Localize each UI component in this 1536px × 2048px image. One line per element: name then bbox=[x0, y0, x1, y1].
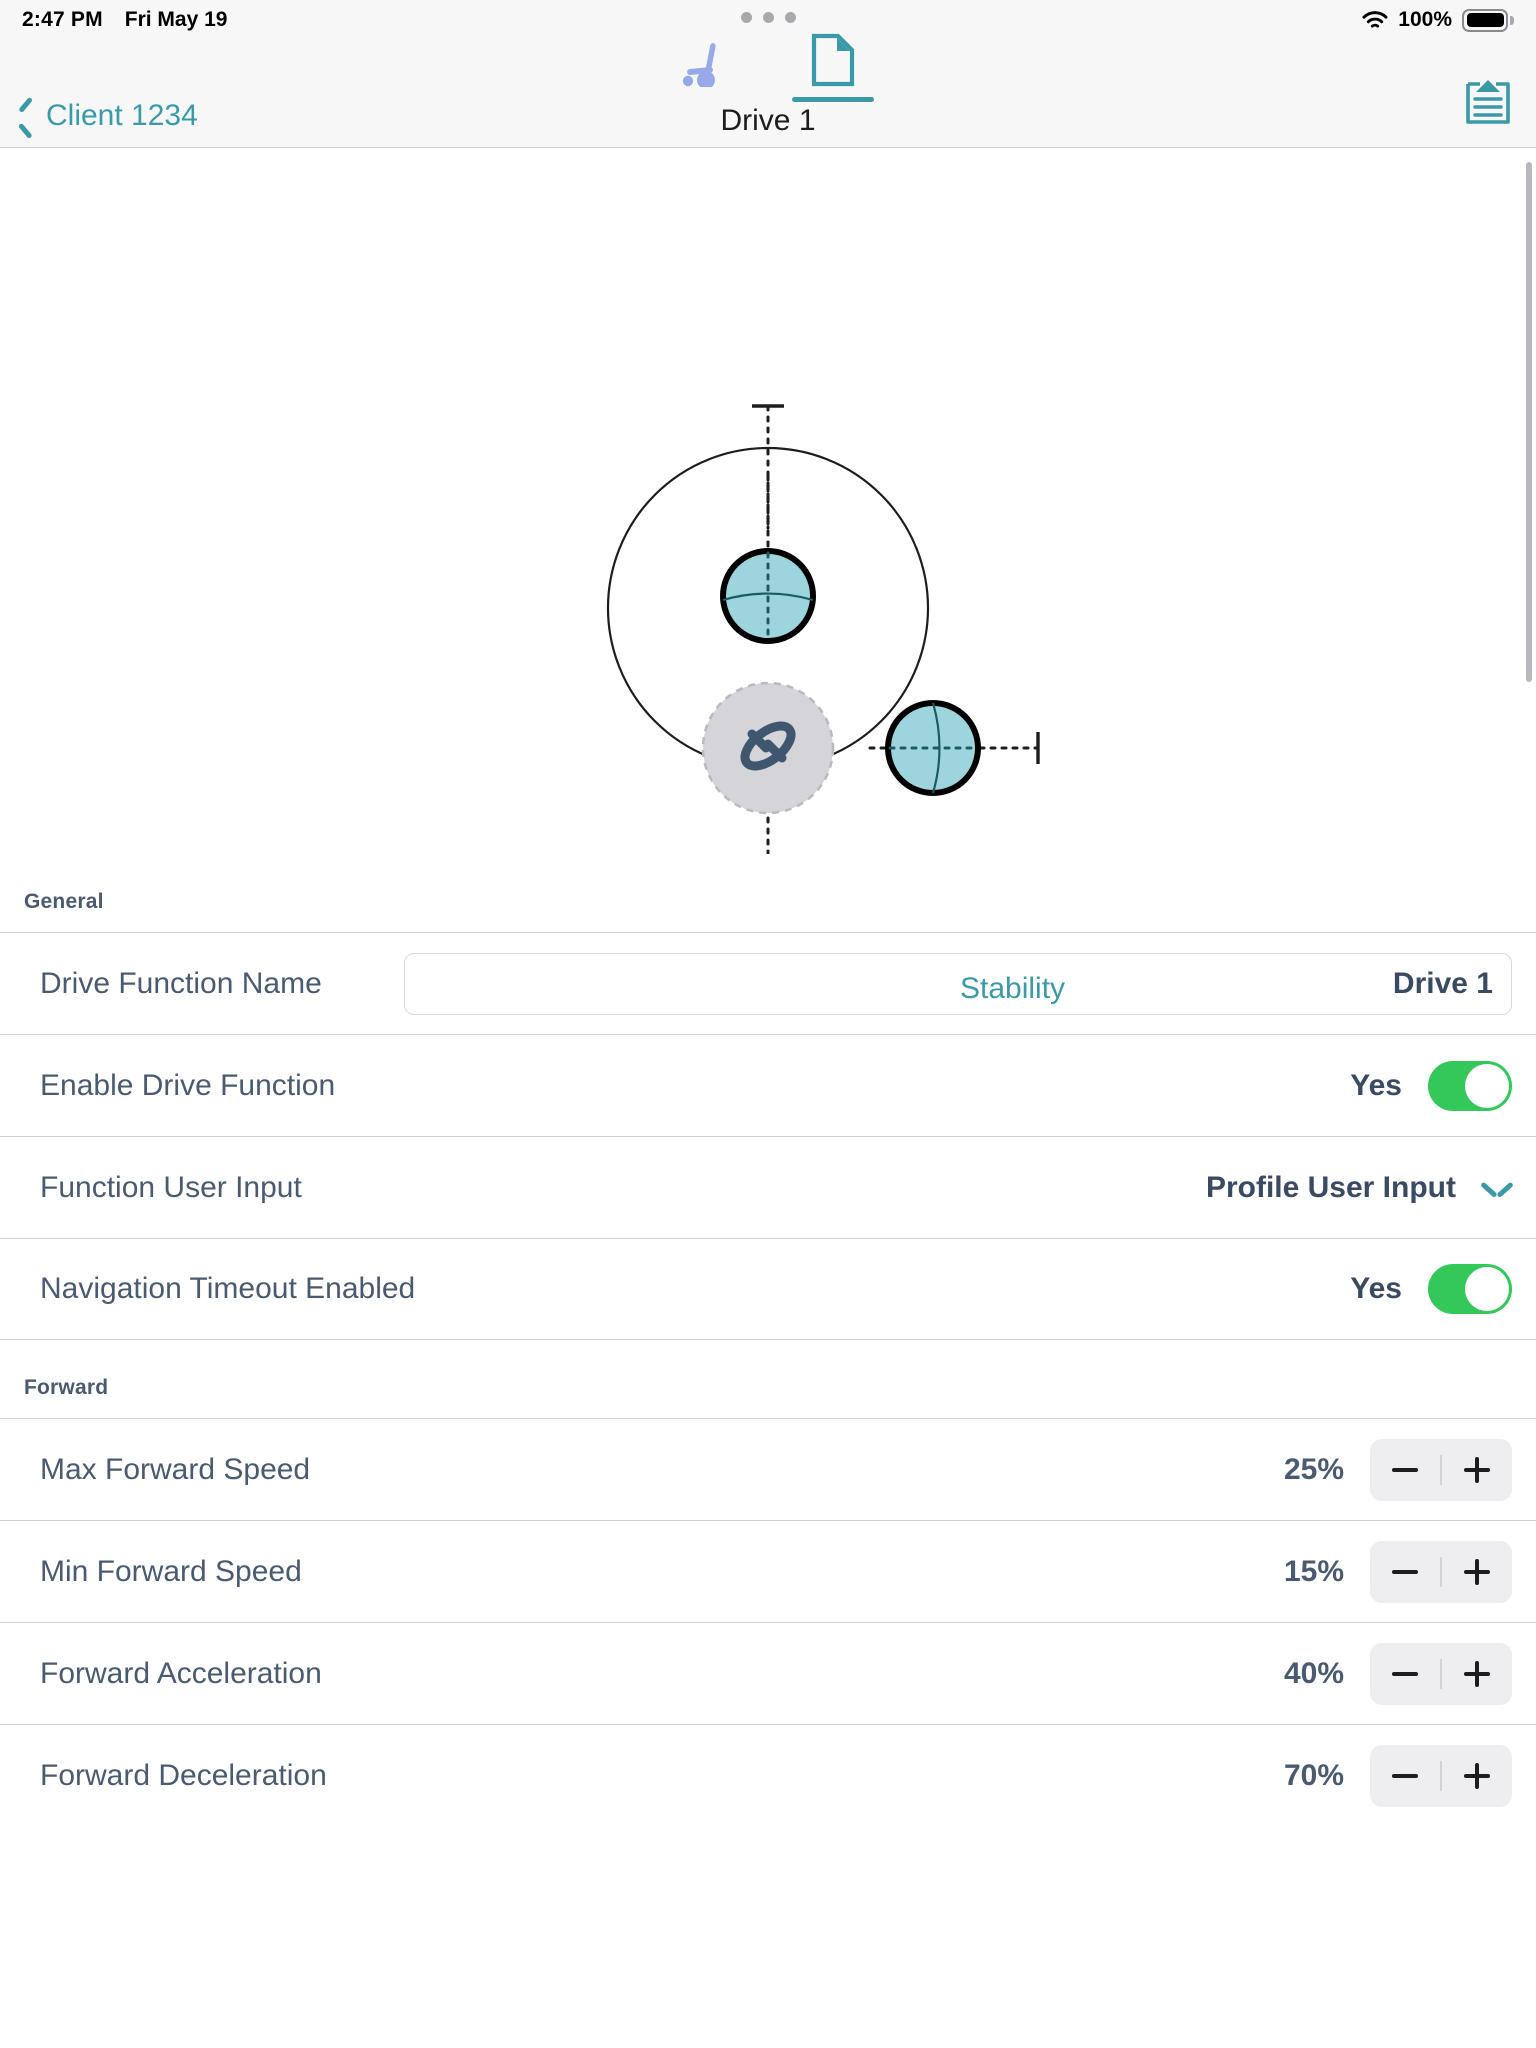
row-label: Navigation Timeout Enabled bbox=[40, 1272, 416, 1305]
battery-body bbox=[1462, 8, 1508, 32]
status-bar: 2:47 PM Fri May 19 100% bbox=[0, 0, 1536, 40]
dot bbox=[762, 12, 774, 23]
row-label: Forward Deceleration bbox=[40, 1758, 327, 1792]
stability-diagram-svg bbox=[606, 404, 1040, 1018]
row-forward-acceleration[interactable]: Forward Acceleration 40% bbox=[0, 1622, 1536, 1724]
stepper-increment[interactable] bbox=[1442, 1745, 1512, 1807]
row-forward-deceleration[interactable]: Forward Deceleration 70% bbox=[0, 1724, 1536, 1826]
forward-deceleration-value: 70% bbox=[1283, 1758, 1344, 1792]
row-label: Min Forward Speed bbox=[40, 1554, 302, 1588]
three-dots-icon[interactable] bbox=[0, 12, 1536, 23]
row-max-forward-speed[interactable]: Max Forward Speed 25% bbox=[0, 1418, 1536, 1520]
drive-function-name-input[interactable]: Drive 1 bbox=[404, 952, 1512, 1015]
minus-icon bbox=[1392, 1671, 1419, 1676]
section-header-forward: Forward bbox=[24, 1376, 109, 1399]
battery-percent: 100% bbox=[1398, 8, 1452, 31]
min-forward-speed-value: 15% bbox=[1283, 1554, 1344, 1588]
drive-function-name-value: Drive 1 bbox=[1392, 966, 1493, 1000]
clipboard-list-button[interactable] bbox=[1462, 74, 1514, 135]
stepper-decrement[interactable] bbox=[1370, 1643, 1440, 1705]
row-function-user-input[interactable]: Function User Input Profile User Input bbox=[0, 1136, 1536, 1238]
forward-acceleration-stepper[interactable] bbox=[1370, 1642, 1512, 1705]
page-title: Drive 1 bbox=[720, 104, 816, 137]
row-min-forward-speed[interactable]: Min Forward Speed 15% bbox=[0, 1520, 1536, 1622]
wheelchair-icon bbox=[680, 39, 726, 92]
row-label: Enable Drive Function bbox=[40, 1068, 336, 1102]
stepper-decrement[interactable] bbox=[1370, 1439, 1440, 1501]
forward-deceleration-stepper[interactable] bbox=[1370, 1744, 1512, 1807]
row-drive-function-name[interactable]: Drive Function Name Drive 1 bbox=[0, 932, 1536, 1034]
plus-icon bbox=[1463, 1660, 1490, 1687]
tab-wheelchair[interactable] bbox=[662, 42, 744, 102]
toggle-value-label: Yes bbox=[1350, 1068, 1402, 1102]
stability-label: Stability bbox=[960, 972, 1066, 1005]
section-header-general: General bbox=[24, 890, 104, 913]
status-bar-right: 100% bbox=[1362, 8, 1514, 32]
min-forward-speed-stepper[interactable] bbox=[1370, 1540, 1512, 1603]
tab-underline bbox=[662, 97, 744, 102]
minus-icon bbox=[1392, 1773, 1419, 1778]
battery-tip bbox=[1510, 15, 1514, 25]
stepper-decrement[interactable] bbox=[1370, 1745, 1440, 1807]
row-navigation-timeout-enabled[interactable]: Navigation Timeout Enabled Yes bbox=[0, 1238, 1536, 1340]
battery-fill bbox=[1466, 13, 1504, 27]
stability-diagram[interactable]: Stability bbox=[0, 148, 1536, 1018]
stepper-increment[interactable] bbox=[1442, 1439, 1512, 1501]
dot bbox=[740, 12, 752, 23]
function-user-input-value: Profile User Input bbox=[1205, 1170, 1456, 1204]
dot bbox=[784, 12, 796, 23]
nav-center: Drive 1 bbox=[0, 33, 1536, 148]
max-forward-speed-value: 25% bbox=[1283, 1452, 1344, 1486]
row-label: Forward Acceleration bbox=[40, 1656, 322, 1690]
status-bar-left: 2:47 PM Fri May 19 bbox=[22, 8, 227, 32]
chevron-down-icon[interactable] bbox=[1482, 1179, 1512, 1197]
navigation-bar: Client 1234 Drive 1 bbox=[0, 33, 1536, 148]
row-enable-drive-function[interactable]: Enable Drive Function Yes bbox=[0, 1034, 1536, 1136]
stepper-decrement[interactable] bbox=[1370, 1541, 1440, 1603]
plus-icon bbox=[1463, 1456, 1490, 1483]
toggle-knob bbox=[1465, 1267, 1509, 1311]
plus-icon bbox=[1463, 1558, 1490, 1585]
forward-acceleration-value: 40% bbox=[1283, 1656, 1344, 1690]
wifi-icon bbox=[1362, 10, 1388, 30]
enable-drive-function-toggle[interactable] bbox=[1428, 1060, 1512, 1111]
status-time: 2:47 PM bbox=[22, 8, 103, 31]
minus-icon bbox=[1392, 1467, 1419, 1472]
status-date: Fri May 19 bbox=[124, 8, 228, 31]
content-scroll-area[interactable]: Stability General Drive Function Name Dr… bbox=[0, 148, 1536, 2048]
clipboard-list-icon bbox=[1462, 80, 1514, 134]
row-label: Max Forward Speed bbox=[40, 1452, 311, 1486]
tab-document[interactable] bbox=[792, 33, 874, 102]
stepper-increment[interactable] bbox=[1442, 1541, 1512, 1603]
navigation-timeout-toggle[interactable] bbox=[1428, 1264, 1512, 1314]
toggle-value-label: Yes bbox=[1350, 1272, 1402, 1305]
row-label: Function User Input bbox=[40, 1170, 302, 1204]
center-hub bbox=[701, 681, 835, 815]
battery-full-icon bbox=[1462, 8, 1514, 32]
max-forward-speed-stepper[interactable] bbox=[1370, 1438, 1512, 1501]
minus-icon bbox=[1392, 1569, 1419, 1574]
stepper-increment[interactable] bbox=[1442, 1643, 1512, 1705]
tab-underline bbox=[792, 97, 874, 102]
toggle-knob bbox=[1465, 1063, 1509, 1108]
plus-icon bbox=[1463, 1762, 1490, 1789]
document-icon bbox=[809, 33, 857, 92]
row-label: Drive Function Name bbox=[40, 966, 322, 1000]
nav-tabs bbox=[662, 33, 874, 102]
